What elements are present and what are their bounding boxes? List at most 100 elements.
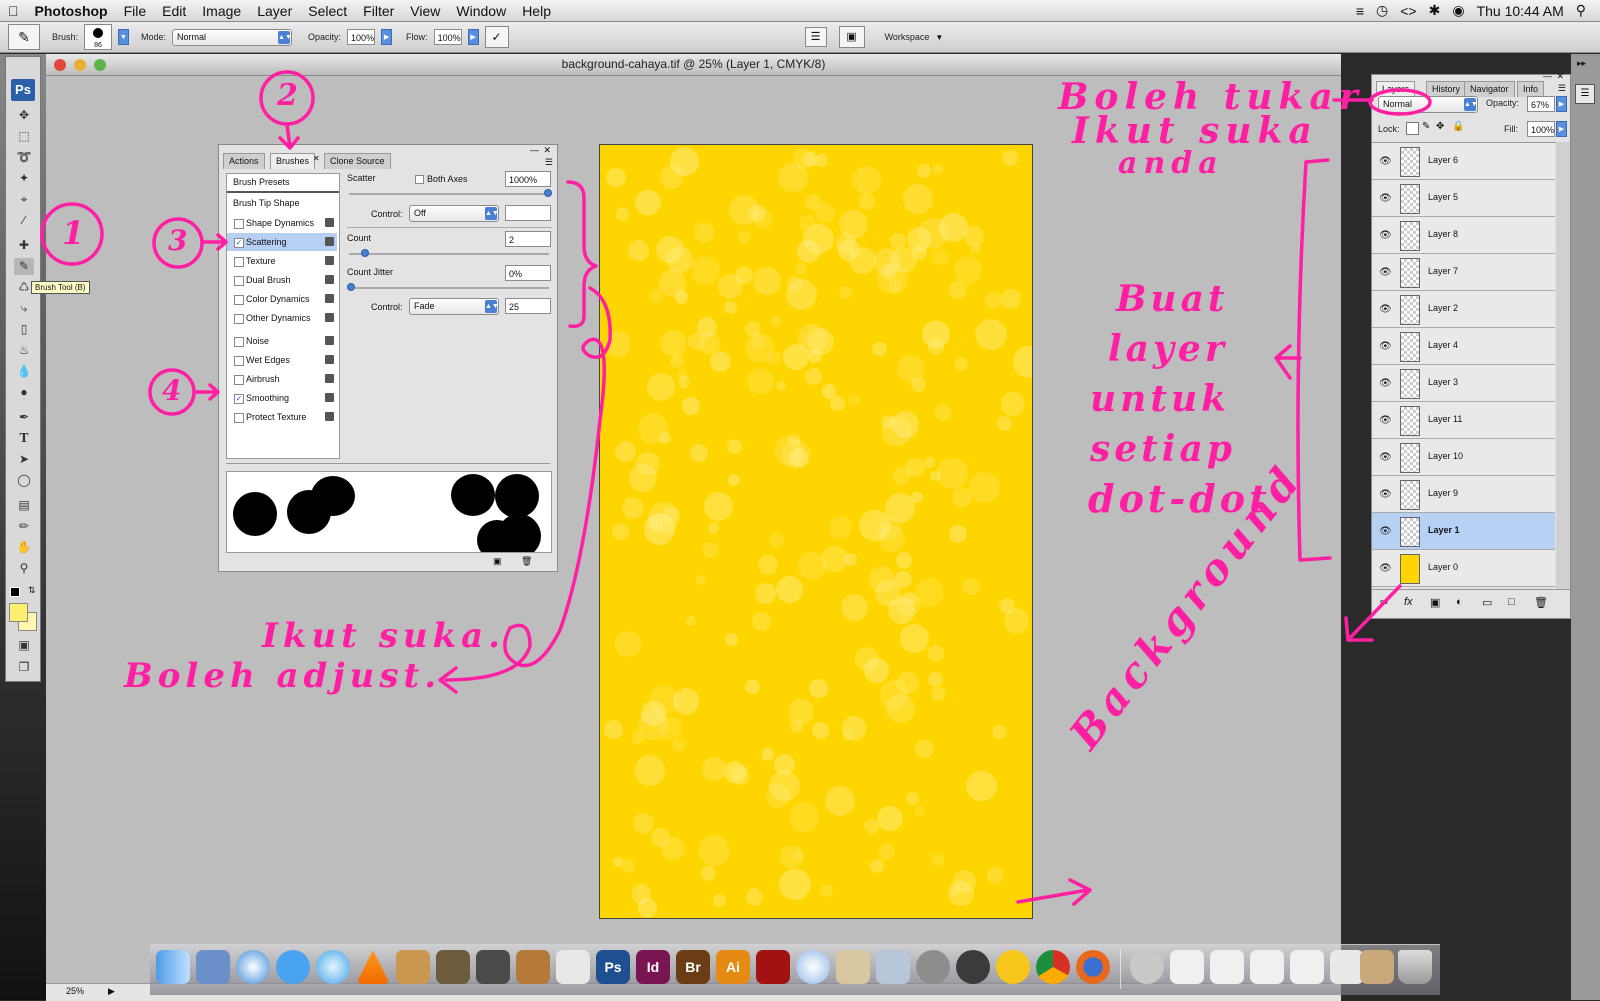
blend-mode-select[interactable]: Normal ▲▼ <box>1378 96 1478 113</box>
lock-icon[interactable] <box>325 412 334 421</box>
layer-row[interactable]: 👁 Layer 1 <box>1372 513 1555 550</box>
control1-field[interactable] <box>505 205 551 221</box>
delete-layer-icon[interactable]: 🗑 <box>1534 596 1548 609</box>
brush-picker[interactable]: 86 <box>84 24 113 50</box>
palette-well-icon[interactable]: ☰ <box>804 27 827 47</box>
system-preferences-icon[interactable] <box>916 950 950 984</box>
document-canvas[interactable] <box>599 144 1033 919</box>
default-colors-icon[interactable] <box>10 587 20 597</box>
layer-row[interactable]: 👁 Layer 3 <box>1372 365 1555 402</box>
healing-brush-tool-icon[interactable]: ✚ <box>14 237 34 254</box>
brush-tool-icon[interactable]: ✎ <box>14 258 34 275</box>
photoshop-dock-icon[interactable]: Ps <box>596 950 630 984</box>
document-stack-2-icon[interactable] <box>1210 950 1244 984</box>
blur-tool-icon[interactable]: 💧 <box>14 363 34 380</box>
iphoto-icon[interactable] <box>436 950 470 984</box>
brush-option-item[interactable]: Noise <box>227 332 337 350</box>
lock-icon[interactable] <box>325 275 334 284</box>
swap-colors-icon[interactable]: ⇅ <box>28 585 36 596</box>
tab-clone-source[interactable]: Clone Source <box>324 153 391 169</box>
layers-panel-menu-icon[interactable]: ☰ <box>1558 83 1566 94</box>
ichat-icon[interactable] <box>276 950 310 984</box>
document-stack-4-icon[interactable] <box>1290 950 1324 984</box>
safari-icon[interactable] <box>236 950 270 984</box>
tab-navigator[interactable]: Navigator <box>1464 81 1515 97</box>
brush-option-item[interactable]: Airbrush <box>227 370 337 388</box>
preview-app-icon[interactable] <box>836 950 870 984</box>
opacity-slider-arrow[interactable]: ▶ <box>381 29 393 45</box>
menu-view[interactable]: View <box>402 3 448 19</box>
messenger-icon[interactable] <box>996 950 1030 984</box>
layers-panel-collapse-icon[interactable]: — <box>1543 71 1552 81</box>
brush-option-item[interactable]: Wet Edges <box>227 351 337 369</box>
layer-row[interactable]: 👁 Layer 2 <box>1372 291 1555 328</box>
clock[interactable]: Thu 10:44 AM <box>1477 3 1564 19</box>
scatter-slider-knob[interactable] <box>544 189 552 197</box>
brush-option-item[interactable]: Other Dynamics <box>227 309 337 327</box>
lock-all-icon[interactable]: 🔒 <box>1452 121 1464 132</box>
workspace-menu[interactable]: Workspace <box>885 32 930 42</box>
notes-tool-icon[interactable]: ▤ <box>14 497 34 514</box>
brush-option-checkbox[interactable] <box>234 314 244 324</box>
magic-wand-tool-icon[interactable]: ✦ <box>14 170 34 187</box>
spotlight-icon[interactable]: ⚲ <box>1576 2 1586 19</box>
layer-row[interactable]: 👁 Layer 9 <box>1372 476 1555 513</box>
layer-row[interactable]: 👁 Layer 6 <box>1372 143 1555 180</box>
eyedropper-tool-icon[interactable]: ✏ <box>14 518 34 535</box>
eye-icon[interactable]: 👁 <box>1379 156 1392 167</box>
brush-option-checkbox[interactable] <box>234 356 244 366</box>
both-axes-checkbox[interactable] <box>415 175 424 184</box>
document-stack-6-icon[interactable] <box>1360 950 1394 984</box>
finder-icon[interactable] <box>156 950 190 984</box>
eye-icon[interactable]: 👁 <box>1379 341 1392 352</box>
downloads-stack-icon[interactable] <box>1130 950 1164 984</box>
trash-icon[interactable]: 🗑 <box>521 556 532 567</box>
lock-icon[interactable] <box>325 218 334 227</box>
brush-tool-preset-icon[interactable]: ✎ <box>8 24 40 50</box>
dodge-tool-icon[interactable]: ● <box>14 384 34 401</box>
paint-bucket-tool-icon[interactable]: ♨ <box>14 342 34 359</box>
eye-icon[interactable]: 👁 <box>1379 193 1392 204</box>
brush-option-checkbox[interactable] <box>234 219 244 229</box>
path-selection-tool-icon[interactable]: ➤ <box>14 451 34 468</box>
lasso-tool-icon[interactable]: ➰ <box>14 149 34 166</box>
menu-window[interactable]: Window <box>448 3 514 19</box>
brush-option-item[interactable]: Color Dynamics <box>227 290 337 308</box>
new-group-icon[interactable]: ▭ <box>1482 596 1492 609</box>
itunes-icon[interactable] <box>316 950 350 984</box>
fill-field[interactable]: 100% <box>1527 121 1555 137</box>
lock-icon[interactable] <box>325 393 334 402</box>
document-stack-3-icon[interactable] <box>1250 950 1284 984</box>
new-layer-icon[interactable]: □ <box>1508 596 1515 608</box>
new-preset-icon[interactable]: ▣ <box>493 556 502 567</box>
brush-presets-item[interactable]: Brush Presets <box>233 177 290 187</box>
lock-position-icon[interactable]: ✥ <box>1436 121 1444 132</box>
eye-icon[interactable]: 👁 <box>1379 563 1392 574</box>
eye-icon[interactable]: 👁 <box>1379 526 1392 537</box>
count-field[interactable]: 2 <box>505 231 551 247</box>
code-icon[interactable]: <> <box>1400 3 1416 19</box>
brush-option-item[interactable]: Shape Dynamics <box>227 214 337 232</box>
layers-panel-close-icon[interactable]: ✕ <box>1556 71 1564 82</box>
brush-option-checkbox[interactable] <box>234 295 244 305</box>
marquee-tool-icon[interactable]: ⬚ <box>14 128 34 145</box>
type-tool-icon[interactable]: T <box>14 430 34 447</box>
vlc-icon[interactable] <box>356 950 390 984</box>
opacity-field[interactable]: 100% <box>347 29 376 45</box>
lock-icon[interactable] <box>325 313 334 322</box>
lock-transparency-icon[interactable] <box>1406 122 1419 135</box>
brush-option-item[interactable]: Protect Texture <box>227 408 337 426</box>
eye-icon[interactable]: 👁 <box>1379 267 1392 278</box>
layer-row[interactable]: 👁 Layer 7 <box>1372 254 1555 291</box>
docked-panel-icon[interactable]: ☰ <box>1575 84 1595 104</box>
eye-icon[interactable]: 👁 <box>1379 489 1392 500</box>
lock-icon[interactable] <box>325 256 334 265</box>
time-machine-icon[interactable]: ◷ <box>1376 2 1388 19</box>
lock-icon[interactable] <box>325 355 334 364</box>
shape-tool-icon[interactable]: ◯ <box>14 472 34 489</box>
layer-row[interactable]: 👁 Layer 5 <box>1372 180 1555 217</box>
photo-booth-icon[interactable] <box>756 950 790 984</box>
imovie-icon[interactable] <box>476 950 510 984</box>
count-jitter-field[interactable]: 0% <box>505 265 551 281</box>
panel-close-icon[interactable]: ✕ <box>543 145 551 156</box>
